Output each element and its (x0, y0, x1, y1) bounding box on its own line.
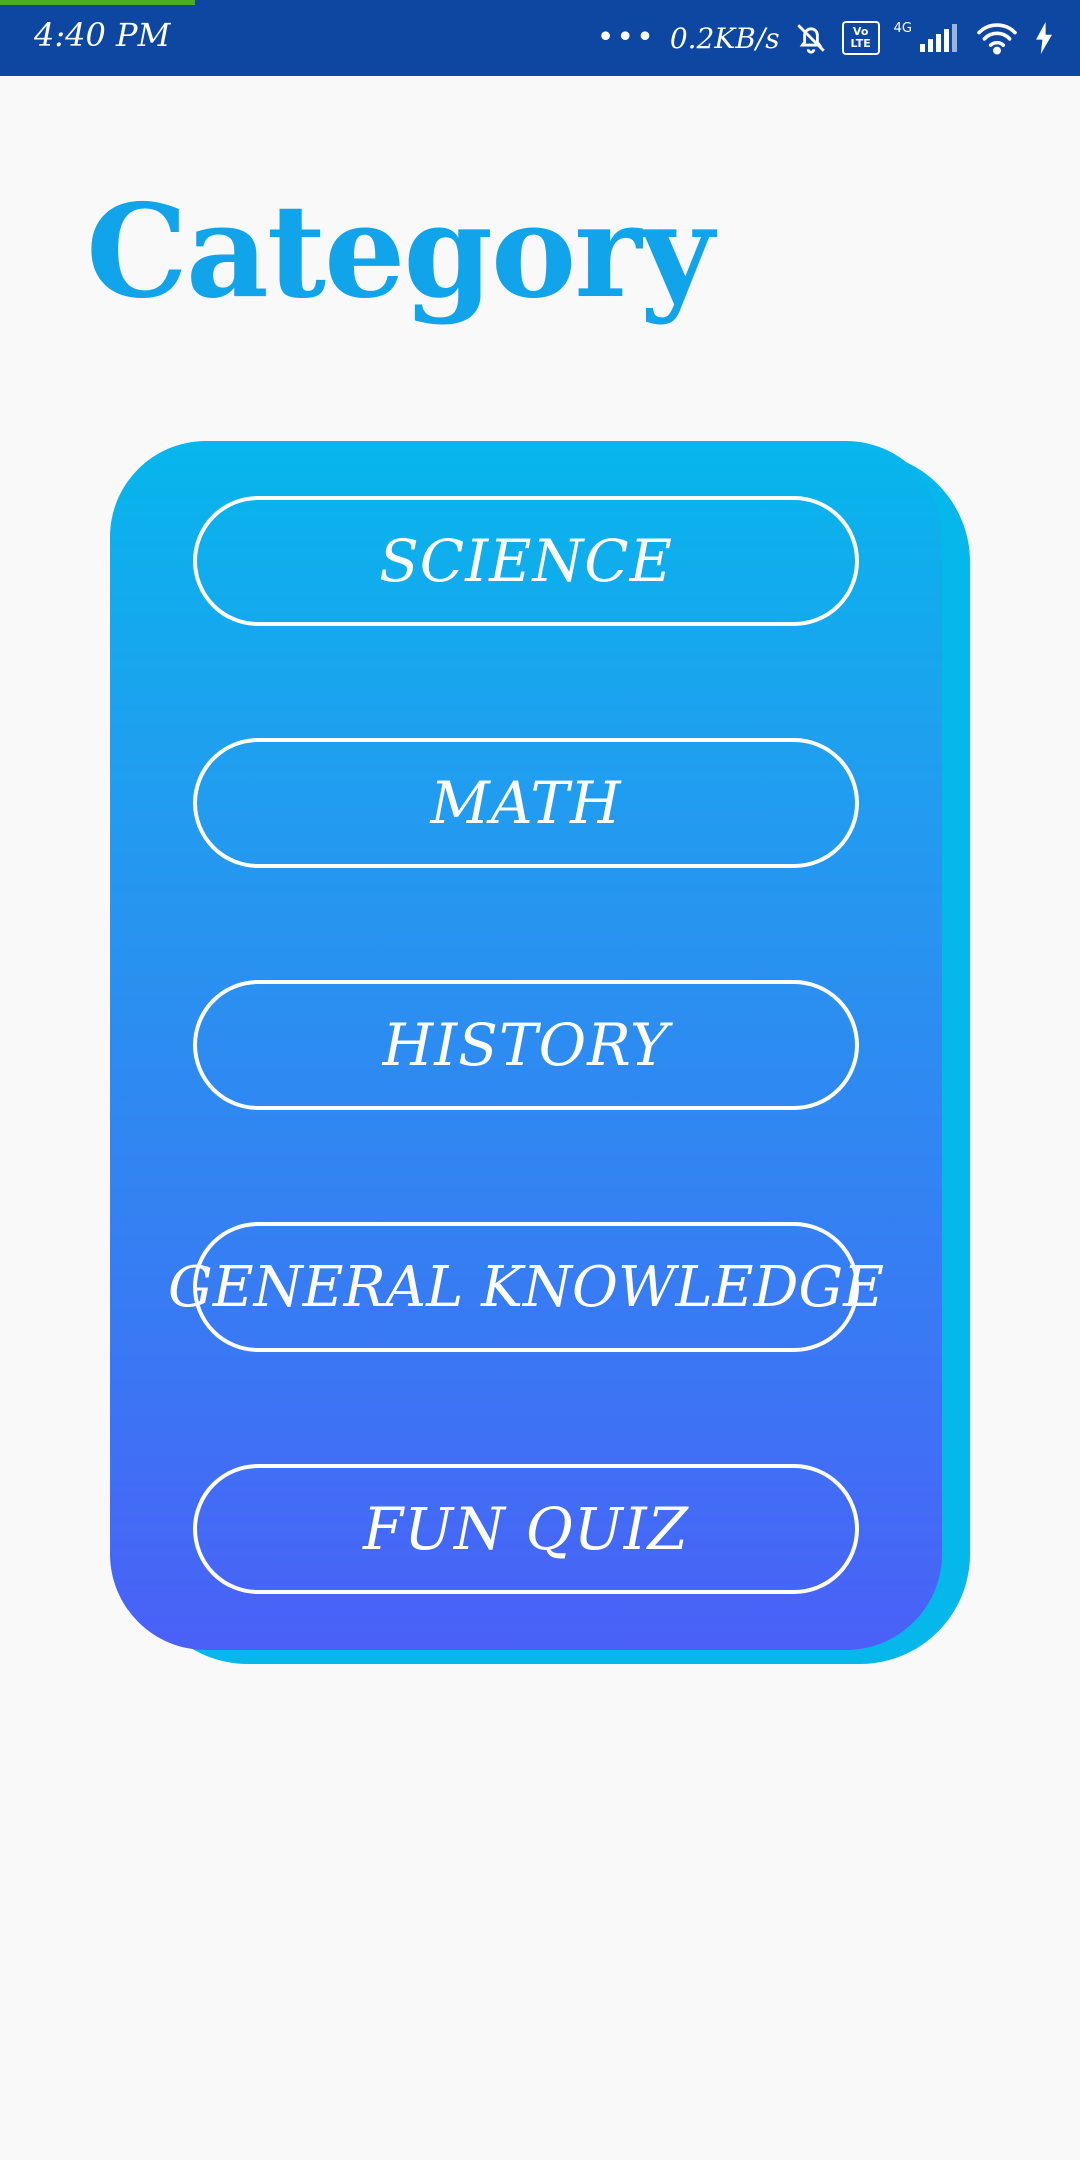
network-type: 4G (893, 20, 912, 36)
category-button-fun-quiz[interactable]: FUN QUIZ (193, 1464, 859, 1594)
status-bar: 4:40 PM ••• 0.2KB/s Vo LTE 4G (0, 0, 1080, 76)
volte-bottom: LTE (850, 37, 871, 50)
signal-icon (916, 22, 960, 54)
volte-icon: Vo LTE (841, 21, 880, 55)
category-button-general-knowledge[interactable]: GENERAL KNOWLEDGE (168, 1222, 884, 1352)
wifi-icon (974, 20, 1020, 56)
page-title: Category (86, 177, 714, 327)
status-icons: ••• 0.2KB/s Vo LTE 4G (597, 14, 1054, 62)
bell-off-icon (794, 21, 828, 55)
category-button-math[interactable]: MATH (193, 738, 859, 868)
status-time: 4:40 PM (34, 16, 171, 54)
network-speed: 0.2KB/s (669, 21, 780, 55)
status-progress-line (0, 0, 195, 5)
category-button-history[interactable]: HISTORY (193, 980, 859, 1110)
charging-icon (1034, 22, 1054, 54)
category-button-science[interactable]: SCIENCE (193, 496, 859, 626)
notification-dots: ••• (596, 20, 656, 55)
category-card: SCIENCE MATH HISTORY GENERAL KNOWLEDGE F… (110, 441, 942, 1650)
